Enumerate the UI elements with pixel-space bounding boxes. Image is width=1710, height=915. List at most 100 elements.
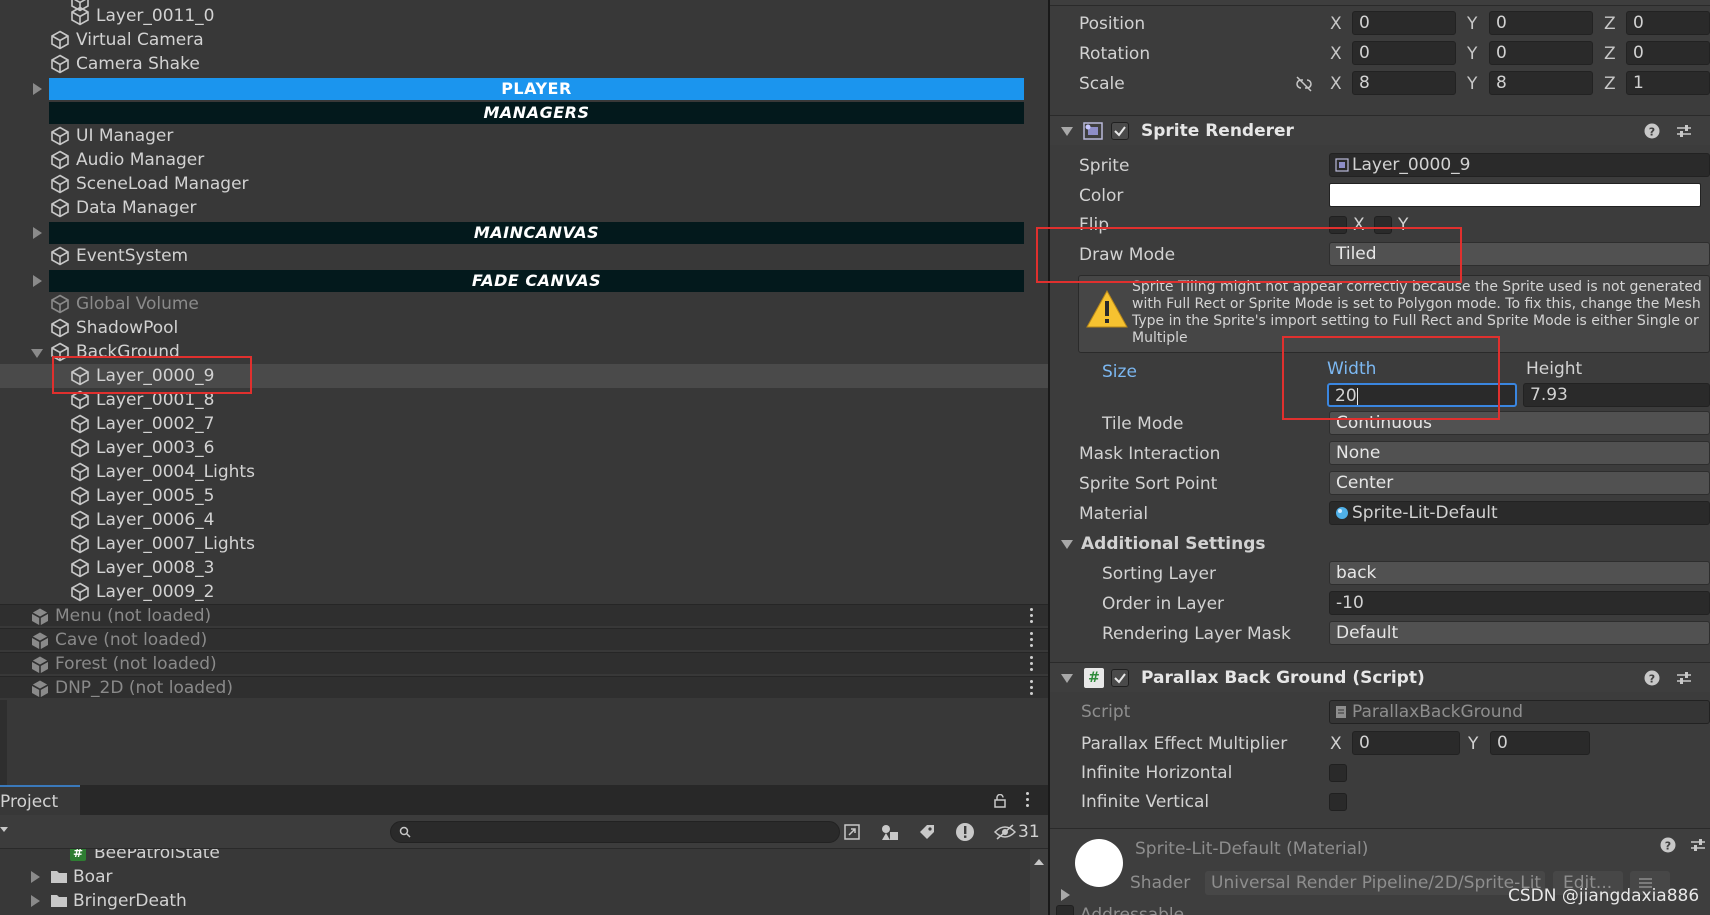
- material-foldout-icon[interactable]: [1061, 889, 1070, 901]
- svg-text:?: ?: [1649, 126, 1655, 139]
- scroll-up-icon[interactable]: [1034, 859, 1044, 865]
- filter-by-label-icon[interactable]: [918, 823, 936, 841]
- color-swatch[interactable]: [1329, 183, 1701, 207]
- hierarchy-item[interactable]: Global Volume: [76, 292, 199, 316]
- scale-x-input[interactable]: 8: [1352, 71, 1456, 95]
- hierarchy-item[interactable]: Layer_0003_6: [96, 436, 214, 460]
- presets-icon[interactable]: [1676, 123, 1692, 139]
- gameobject-cube-icon: [71, 414, 89, 434]
- hierarchy-item[interactable]: Layer_0005_5: [96, 484, 214, 508]
- hierarchy-item[interactable]: Data Manager: [76, 196, 197, 220]
- infinite-horizontal-checkbox[interactable]: [1329, 764, 1347, 782]
- order-in-layer-input[interactable]: -10: [1329, 591, 1710, 615]
- infinite-vertical-checkbox[interactable]: [1329, 793, 1347, 811]
- project-search-input[interactable]: [390, 821, 840, 843]
- hierarchy-item[interactable]: Camera Shake: [76, 52, 200, 76]
- height-input[interactable]: 7.93: [1523, 383, 1710, 407]
- fade-canvas-header[interactable]: FADE CANVAS: [49, 270, 1024, 292]
- material-presets-icon[interactable]: [1690, 837, 1706, 853]
- scene-row[interactable]: Cave (not loaded): [0, 628, 1048, 650]
- rotation-y-value: 0: [1496, 43, 1507, 63]
- player-header[interactable]: PLAYER: [49, 78, 1024, 100]
- multiplier-y-input[interactable]: 0: [1490, 731, 1590, 755]
- parallax-foldout-icon[interactable]: [1061, 674, 1073, 683]
- folder-expand-icon[interactable]: [31, 895, 40, 907]
- scene-menu-icon[interactable]: [1030, 608, 1034, 624]
- search-by-type-icon[interactable]: [843, 823, 861, 841]
- lock-icon[interactable]: [994, 793, 1006, 808]
- material-help-icon[interactable]: ?: [1660, 837, 1676, 853]
- maincanvas-header[interactable]: MAINCANVAS: [49, 222, 1024, 244]
- foldout-arrow-icon[interactable]: [1061, 127, 1073, 136]
- sorting-layer-dropdown[interactable]: back: [1329, 561, 1710, 585]
- project-item[interactable]: BringerDeath: [73, 889, 187, 913]
- rotation-y-input[interactable]: 0: [1489, 41, 1593, 65]
- rotation-x-input[interactable]: 0: [1352, 41, 1456, 65]
- scene-row[interactable]: Forest (not loaded): [0, 652, 1048, 674]
- expand-arrow-icon[interactable]: [33, 227, 42, 239]
- scene-menu-icon[interactable]: [1030, 680, 1034, 696]
- rotation-y-axis-label: Y: [1467, 44, 1478, 64]
- scene-menu-icon[interactable]: [1030, 656, 1034, 672]
- sprite-renderer-enabled-checkbox[interactable]: [1111, 122, 1129, 140]
- rotation-z-input[interactable]: 0: [1626, 41, 1710, 65]
- parallax-help-icon[interactable]: ?: [1644, 670, 1660, 686]
- hierarchy-item[interactable]: ShadowPool: [76, 316, 178, 340]
- rendering-layer-mask-dropdown[interactable]: Default: [1329, 621, 1710, 645]
- mask-interaction-dropdown[interactable]: None: [1329, 441, 1710, 465]
- hierarchy-item[interactable]: Layer_0011_0: [96, 4, 214, 28]
- scene-menu-icon[interactable]: [1030, 632, 1034, 648]
- sprite-renderer-header[interactable]: Sprite Renderer ?: [1050, 115, 1710, 145]
- hierarchy-item[interactable]: Layer_0007_Lights: [96, 532, 255, 556]
- hierarchy-item[interactable]: SceneLoad Manager: [76, 172, 249, 196]
- material-field[interactable]: Sprite-Lit-Default: [1329, 501, 1710, 525]
- warning-filter-icon[interactable]: [955, 822, 975, 842]
- additional-settings-foldout-icon[interactable]: [1061, 540, 1073, 549]
- hierarchy-item[interactable]: Layer_0009_2: [96, 580, 214, 604]
- position-y-input[interactable]: 0: [1489, 11, 1593, 35]
- project-item[interactable]: BeePatrolState: [94, 849, 220, 865]
- sprite-field[interactable]: Layer_0000_9: [1329, 153, 1710, 177]
- folder-expand-icon[interactable]: [31, 871, 40, 883]
- scale-y-value: 8: [1496, 73, 1507, 93]
- scale-z-input[interactable]: 1: [1626, 71, 1710, 95]
- constrain-proportions-icon[interactable]: [1294, 76, 1314, 92]
- hierarchy-item[interactable]: EventSystem: [76, 244, 188, 268]
- shader-dropdown[interactable]: Universal Render Pipeline/2D/Sprite-Lit: [1205, 871, 1545, 895]
- multiplier-x-input[interactable]: 0: [1352, 731, 1460, 755]
- expand-arrow-icon[interactable]: [33, 275, 42, 287]
- parallax-enabled-checkbox[interactable]: [1111, 669, 1129, 687]
- hierarchy-item[interactable]: Layer_0002_7: [96, 412, 214, 436]
- filter-by-type-icon[interactable]: [880, 823, 900, 841]
- parallax-presets-icon[interactable]: [1676, 670, 1692, 686]
- mask-interaction-label: Mask Interaction: [1079, 444, 1221, 464]
- help-icon[interactable]: ?: [1644, 123, 1660, 139]
- sort-point-dropdown[interactable]: Center: [1329, 471, 1710, 495]
- collapse-arrow-icon[interactable]: [31, 349, 43, 358]
- scale-y-input[interactable]: 8: [1489, 71, 1593, 95]
- managers-header[interactable]: MANAGERS: [49, 102, 1024, 124]
- hierarchy-item[interactable]: UI Manager: [76, 124, 173, 148]
- hierarchy-item[interactable]: Audio Manager: [76, 148, 204, 172]
- hidden-packages-icon[interactable]: [993, 824, 1017, 840]
- svg-text:?: ?: [1665, 840, 1671, 853]
- position-z-input[interactable]: 0: [1626, 11, 1710, 35]
- parallax-header[interactable]: # Parallax Back Ground (Script) ?: [1050, 662, 1710, 692]
- project-tab[interactable]: Project: [0, 785, 80, 815]
- addressable-checkbox[interactable]: [1056, 905, 1074, 915]
- position-x-input[interactable]: 0: [1352, 11, 1456, 35]
- project-item[interactable]: Boar: [73, 865, 112, 889]
- project-scrollbar[interactable]: [1030, 849, 1048, 915]
- gameobject-cube-icon: [71, 558, 89, 578]
- expand-arrow-icon[interactable]: [33, 83, 42, 95]
- hierarchy-item[interactable]: Layer_0008_3: [96, 556, 214, 580]
- hierarchy-item[interactable]: Layer_0006_4: [96, 508, 214, 532]
- hierarchy-item[interactable]: Layer_0004_Lights: [96, 460, 255, 484]
- project-menu-icon[interactable]: [1026, 792, 1030, 808]
- scene-row[interactable]: Menu (not loaded): [0, 604, 1048, 626]
- create-dropdown-icon[interactable]: [0, 827, 8, 832]
- additional-settings-label[interactable]: Additional Settings: [1081, 532, 1266, 556]
- scene-row[interactable]: DNP_2D (not loaded): [0, 676, 1048, 698]
- script-field: ParallaxBackGround: [1329, 700, 1710, 724]
- hierarchy-item[interactable]: Virtual Camera: [76, 28, 204, 52]
